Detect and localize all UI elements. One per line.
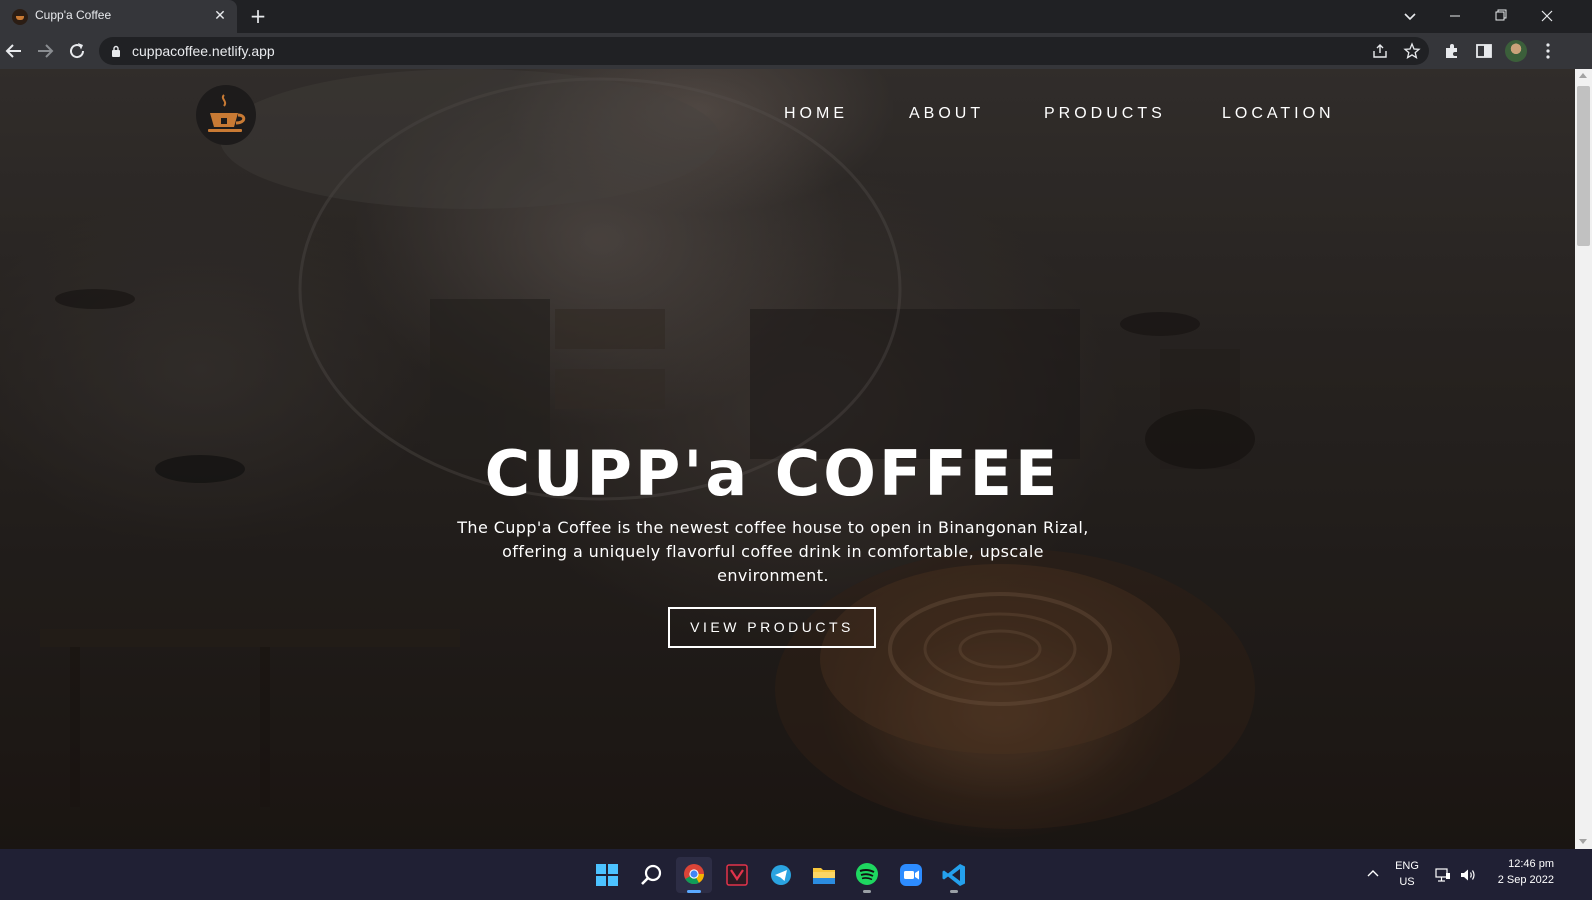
telegram-icon — [771, 865, 791, 885]
clock-time: 12:46 pm — [1508, 858, 1554, 870]
browser-toolbar: cuppacoffee.netlify.app — [0, 33, 1592, 69]
nav-about-link[interactable]: ABOUT — [909, 105, 984, 123]
minimize-icon[interactable] — [1432, 0, 1478, 33]
volume-icon[interactable] — [1459, 866, 1477, 884]
coffee-cup-logo-icon — [208, 94, 246, 132]
browser-tab-strip: Cupp'a Coffee ✕ + — [0, 0, 1592, 33]
running-app-indicator — [863, 890, 871, 893]
close-tab-icon[interactable]: ✕ — [211, 7, 229, 25]
start-button[interactable] — [589, 857, 625, 893]
network-icon[interactable] — [1434, 866, 1452, 884]
active-app-indicator — [687, 890, 701, 893]
input-language-indicator[interactable]: ENG US — [1391, 849, 1423, 900]
scroll-down-arrow-icon[interactable] — [1579, 839, 1587, 844]
view-products-button[interactable]: VIEW PRODUCTS — [668, 607, 876, 648]
back-icon[interactable] — [2, 39, 26, 63]
windows-taskbar: ENG US 12:46 pm 2 Sep 2022 — [0, 849, 1592, 900]
menu-kebab-icon[interactable] — [1538, 41, 1558, 61]
forward-icon[interactable] — [33, 39, 57, 63]
reload-icon[interactable] — [65, 39, 89, 63]
zoom-icon — [900, 864, 922, 886]
clock[interactable]: 12:46 pm 2 Sep 2022 — [1486, 849, 1554, 900]
restore-icon[interactable] — [1478, 0, 1524, 33]
new-tab-button[interactable]: + — [247, 5, 269, 27]
taskbar-vscode[interactable] — [936, 857, 972, 893]
taskbar-search-button[interactable] — [633, 857, 669, 893]
url-text[interactable]: cuppacoffee.netlify.app — [132, 43, 275, 59]
browser-tab[interactable]: Cupp'a Coffee ✕ — [0, 0, 237, 33]
scroll-up-arrow-icon[interactable] — [1579, 73, 1587, 78]
start-icon — [596, 864, 618, 886]
show-hidden-icons-chevron-up-icon[interactable] — [1365, 866, 1381, 882]
tab-search-icon[interactable] — [1400, 6, 1420, 26]
extensions-icon[interactable] — [1442, 41, 1462, 61]
hero-description: The Cupp'a Coffee is the newest coffee h… — [457, 518, 1089, 585]
close-window-icon[interactable] — [1524, 0, 1570, 33]
address-bar[interactable]: cuppacoffee.netlify.app — [99, 37, 1429, 65]
taskbar-mail[interactable] — [719, 857, 755, 893]
bookmark-star-icon[interactable] — [1403, 42, 1421, 60]
page-viewport: HOME ABOUT PRODUCTS LOCATION CUPP'a COFF… — [0, 69, 1592, 849]
tab-title: Cupp'a Coffee — [35, 8, 112, 22]
vscode-icon — [942, 864, 965, 886]
vertical-scrollbar[interactable] — [1575, 69, 1592, 849]
taskbar-spotify[interactable] — [849, 857, 885, 893]
language-code: ENG — [1395, 860, 1419, 872]
profile-avatar[interactable] — [1505, 40, 1527, 62]
file-explorer-icon — [813, 868, 835, 884]
nav-products-link[interactable]: PRODUCTS — [1044, 105, 1166, 123]
lock-icon[interactable] — [111, 45, 121, 57]
hero-title: CUPP'a COFFEE — [484, 437, 1061, 510]
nav-home-link[interactable]: HOME — [784, 105, 848, 123]
chrome-icon — [684, 864, 705, 885]
spotify-icon — [856, 863, 878, 885]
taskbar-chrome[interactable] — [676, 857, 712, 893]
site-logo[interactable] — [196, 85, 256, 145]
taskbar-file-explorer[interactable] — [806, 857, 842, 893]
search-icon — [641, 864, 662, 885]
share-icon[interactable] — [1371, 42, 1389, 60]
hero-section: HOME ABOUT PRODUCTS LOCATION CUPP'a COFF… — [0, 69, 1575, 849]
scrollbar-thumb[interactable] — [1577, 86, 1590, 246]
side-panel-icon[interactable] — [1474, 41, 1494, 61]
running-app-indicator — [950, 890, 958, 893]
nav-location-link[interactable]: LOCATION — [1222, 105, 1335, 123]
clock-date: 2 Sep 2022 — [1497, 874, 1554, 886]
taskbar-telegram[interactable] — [763, 857, 799, 893]
mail-icon — [726, 864, 748, 886]
coffee-favicon-icon — [12, 9, 28, 25]
taskbar-zoom[interactable] — [893, 857, 929, 893]
region-code: US — [1399, 876, 1415, 888]
